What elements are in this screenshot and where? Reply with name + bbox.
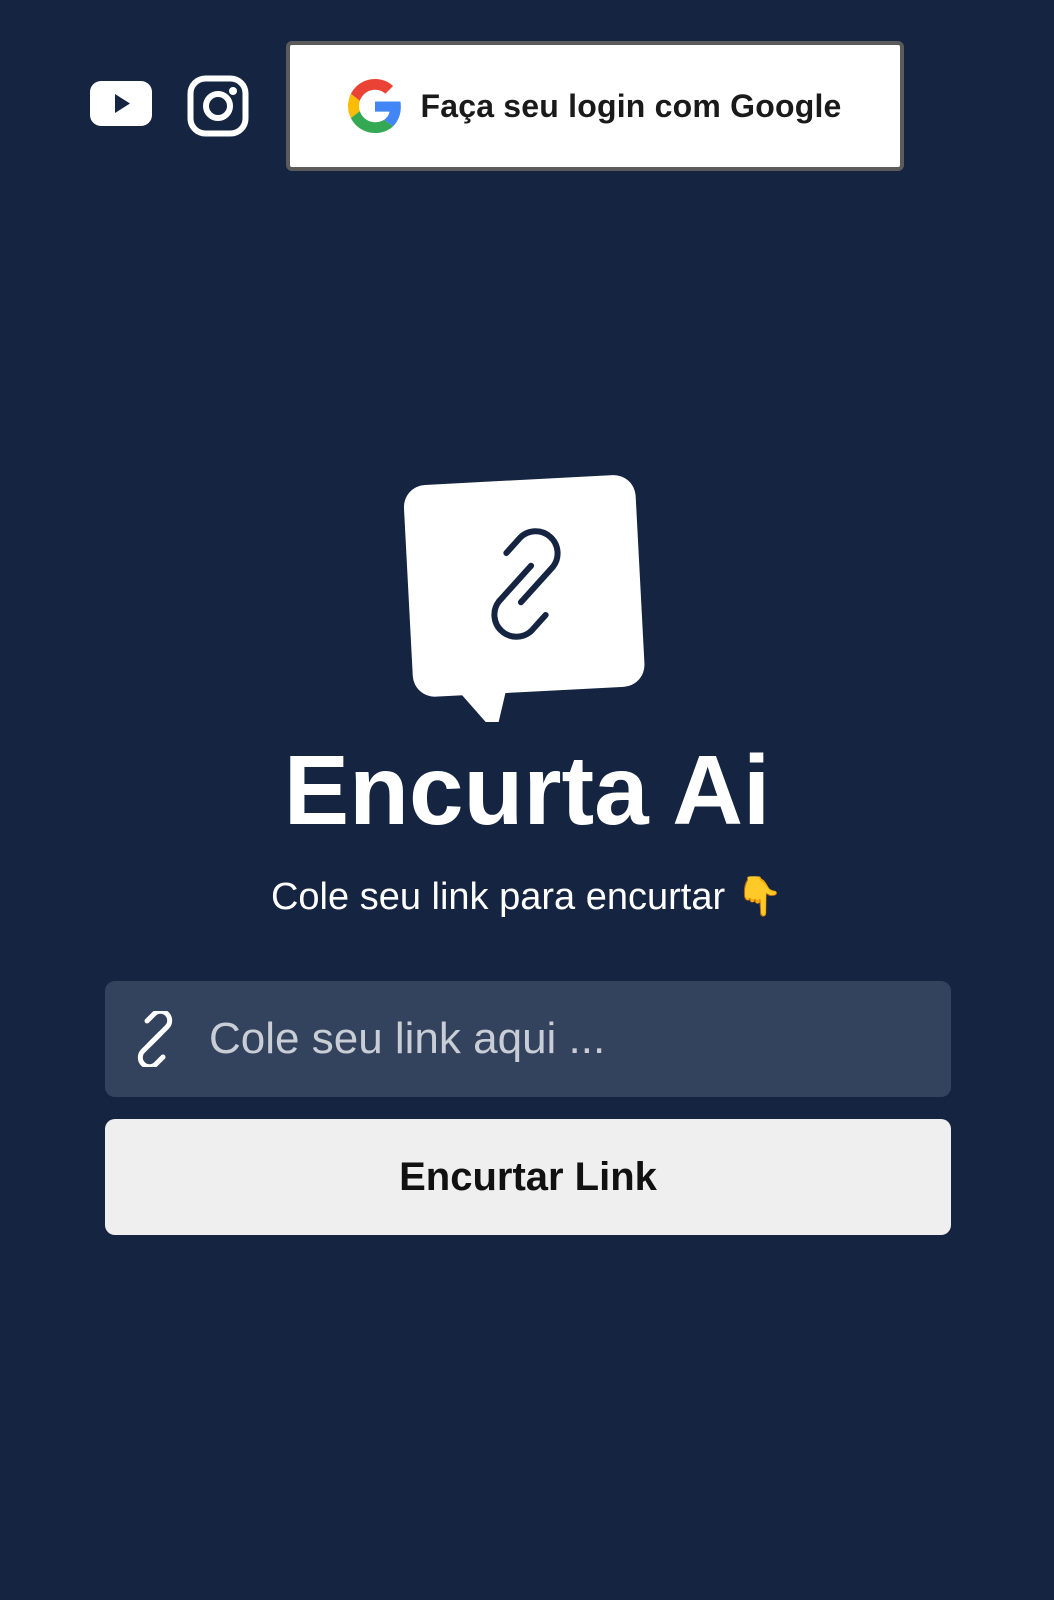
app-subtitle: Cole seu link para encurtar 👇 [0,868,1054,925]
app-logo-icon [402,462,652,734]
app-subtitle-text: Cole seu link para encurtar [270,876,726,918]
pointing-down-emoji-icon: 👇 [735,874,784,918]
top-bar: Faça seu login com Google [0,0,1054,180]
google-login-label: Faça seu login com Google [420,87,842,124]
instagram-icon[interactable] [187,75,249,137]
shorten-link-button[interactable]: Encurtar Link [105,1119,951,1235]
google-logo-icon [348,79,402,133]
youtube-icon[interactable] [90,81,152,126]
link-input[interactable] [207,998,951,1080]
google-login-button[interactable]: Faça seu login com Google [286,41,904,171]
link-icon [137,1011,173,1067]
app-title: Encurta Ai [283,735,771,845]
link-input-container [105,981,951,1097]
